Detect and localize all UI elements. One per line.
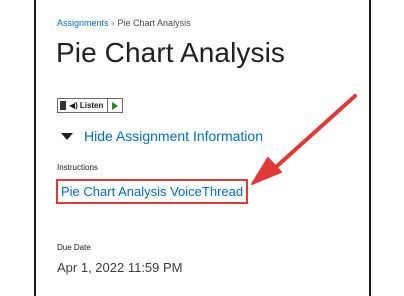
listen-label: Listen	[79, 101, 104, 110]
speaker-icon: ◀︎)	[69, 101, 78, 110]
breadcrumb-separator: ›	[111, 18, 115, 28]
caret-down-icon	[61, 133, 73, 140]
assignment-panel: Assignments › Pie Chart Analysis Pie Chart…	[34, 0, 371, 296]
voicethread-link[interactable]: Pie Chart Analysis VoiceThread	[56, 179, 249, 204]
due-date-value: Apr 1, 2022 11:59 PM	[57, 260, 183, 275]
hide-assignment-info-toggle[interactable]: Hide Assignment Information	[61, 128, 263, 144]
breadcrumb-assignments-link[interactable]: Assignments	[57, 18, 109, 28]
instructions-heading: Instructions	[57, 163, 98, 172]
play-button[interactable]	[108, 99, 122, 112]
breadcrumb-current: Pie Chart Analysis	[117, 18, 191, 28]
due-date-heading: Due Date	[57, 243, 91, 252]
readspeaker-logo-icon	[60, 101, 66, 110]
hide-assignment-info-label: Hide Assignment Information	[84, 128, 263, 144]
readspeaker-widget: ◀︎) Listen	[57, 98, 124, 113]
page-title: Pie Chart Analysis	[56, 37, 286, 68]
play-icon	[112, 101, 119, 110]
breadcrumb: Assignments › Pie Chart Analysis	[57, 18, 191, 28]
listen-button[interactable]: ◀︎) Listen	[58, 99, 109, 112]
